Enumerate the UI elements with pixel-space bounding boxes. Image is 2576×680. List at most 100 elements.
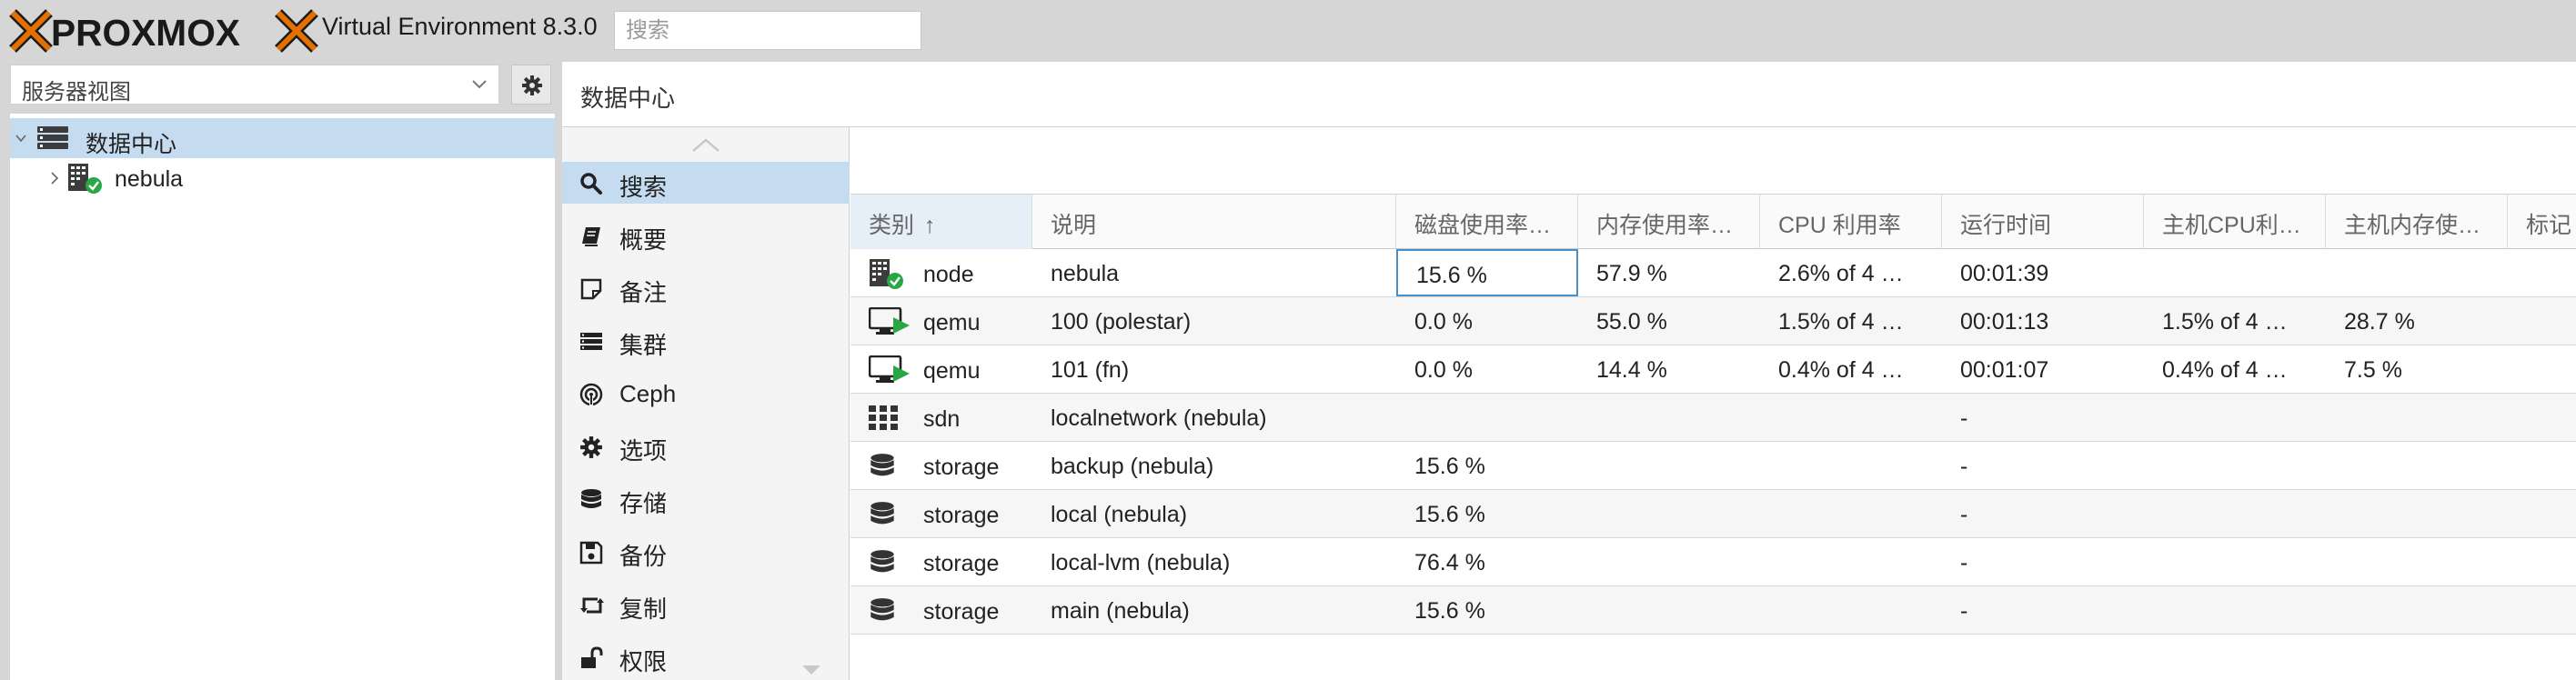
main-content: 数据中心 搜索 概要 备注 集群 Ceph 选项 存储 备份 复制 权限 类别 … bbox=[562, 62, 2576, 680]
scroll-down-icon[interactable] bbox=[800, 664, 822, 676]
cell-uptime: - bbox=[1960, 405, 1968, 431]
cell-memory-usage bbox=[1578, 538, 1760, 585]
cell-cpu-usage bbox=[1760, 490, 1942, 537]
search-input[interactable] bbox=[614, 11, 921, 50]
proxmox-logo[interactable]: PROXMOX bbox=[9, 5, 318, 56]
menu-item-replication[interactable]: 复制 bbox=[562, 584, 850, 625]
expand-arrow-icon[interactable] bbox=[49, 171, 60, 185]
column-header-tags[interactable]: 标记 bbox=[2508, 195, 2576, 249]
column-header-host-cpu[interactable]: 主机CPU利… bbox=[2144, 195, 2326, 249]
brand-text: PROXMOX bbox=[51, 12, 240, 54]
cell-description: main (nebula) bbox=[1051, 598, 1190, 624]
ceph-icon bbox=[579, 383, 603, 406]
cell-description: 100 (polestar) bbox=[1051, 309, 1192, 335]
table-row[interactable]: storage main (nebula) 15.6 % - bbox=[850, 586, 2576, 635]
column-header-uptime[interactable]: 运行时间 bbox=[1942, 195, 2144, 249]
column-header-type[interactable]: 类别 ↑ bbox=[850, 195, 1032, 249]
tree-settings-button[interactable] bbox=[511, 65, 551, 105]
unlock-icon bbox=[581, 646, 603, 668]
floppy-icon bbox=[579, 541, 603, 565]
table-row[interactable]: node nebula 15.6 % 57.9 % 2.6% of 4 … 00:01:3… bbox=[850, 249, 2576, 297]
cell-type: node bbox=[923, 262, 974, 287]
cell-description: backup (nebula) bbox=[1051, 454, 1214, 479]
node-online-icon bbox=[869, 259, 905, 295]
tree-item-datacenter[interactable]: 数据中心 bbox=[10, 118, 555, 158]
cell-memory-usage bbox=[1578, 490, 1760, 537]
cell-uptime: 00:01:13 bbox=[1960, 309, 2049, 335]
cell-memory-usage: 55.0 % bbox=[1596, 309, 1667, 335]
database-icon bbox=[869, 500, 896, 534]
cell-description: nebula bbox=[1051, 261, 1120, 286]
grid-toolbar bbox=[850, 127, 2576, 195]
menu-item-options[interactable]: 选项 bbox=[562, 425, 850, 467]
cell-description: local-lvm (nebula) bbox=[1051, 550, 1231, 575]
cell-uptime: - bbox=[1960, 454, 1968, 479]
table-row[interactable]: storage backup (nebula) 15.6 % - bbox=[850, 442, 2576, 490]
cell-host-cpu bbox=[2144, 538, 2326, 585]
menu-item-label: 备份 bbox=[619, 543, 668, 570]
expand-arrow-icon[interactable] bbox=[14, 131, 28, 145]
menu-item-summary[interactable]: 概要 bbox=[562, 215, 850, 256]
column-header-disk[interactable]: 磁盘使用率… bbox=[1396, 195, 1578, 249]
cell-type: sdn bbox=[923, 406, 961, 432]
breadcrumb: 数据中心 bbox=[562, 62, 2576, 127]
cell-cpu-usage: 1.5% of 4 … bbox=[1778, 309, 1904, 335]
menu-item-search[interactable]: 搜索 bbox=[562, 162, 850, 204]
menu-item-notes[interactable]: 备注 bbox=[562, 267, 850, 309]
cell-host-memory bbox=[2326, 394, 2508, 441]
menu-item-label: 存储 bbox=[619, 490, 668, 517]
table-row[interactable]: sdn localnetwork (nebula) - bbox=[850, 394, 2576, 442]
cell-type: storage bbox=[923, 455, 1000, 480]
cell-host-cpu bbox=[2144, 249, 2326, 296]
cell-disk-usage: 15.6 % bbox=[1396, 249, 1578, 296]
column-header-description[interactable]: 说明 bbox=[1032, 195, 1396, 249]
cell-disk-usage bbox=[1396, 394, 1578, 441]
menu-item-label: 搜索 bbox=[619, 174, 668, 201]
side-menu: 搜索 概要 备注 集群 Ceph 选项 存储 备份 复制 权限 bbox=[562, 127, 850, 680]
cell-type: storage bbox=[923, 503, 1000, 528]
cell-host-memory bbox=[2326, 586, 2508, 634]
database-icon bbox=[869, 548, 896, 582]
retweet-icon bbox=[580, 597, 604, 614]
cell-host-memory bbox=[2326, 249, 2508, 296]
database-icon bbox=[581, 489, 601, 508]
sdn-grid-icon bbox=[869, 404, 900, 435]
cell-host-cpu bbox=[2144, 394, 2326, 441]
cell-host-cpu: 1.5% of 4 … bbox=[2162, 309, 2288, 335]
scroll-up-icon[interactable] bbox=[689, 136, 722, 155]
book-icon bbox=[582, 227, 600, 246]
menu-item-ceph[interactable]: Ceph bbox=[562, 373, 850, 415]
server-icon bbox=[580, 333, 602, 350]
cell-host-memory bbox=[2326, 538, 2508, 585]
column-header-host-memory[interactable]: 主机内存使… bbox=[2326, 195, 2508, 249]
menu-item-cluster[interactable]: 集群 bbox=[562, 320, 850, 362]
cell-type: qemu bbox=[923, 310, 981, 335]
datacenter-icon bbox=[37, 126, 68, 149]
tree-item-nebula[interactable]: nebula bbox=[10, 158, 555, 198]
gear-icon bbox=[580, 436, 602, 458]
menu-item-storage[interactable]: 存储 bbox=[562, 478, 850, 520]
cell-uptime: - bbox=[1960, 550, 1968, 575]
cell-description: local (nebula) bbox=[1051, 502, 1188, 527]
column-header-memory[interactable]: 内存使用率… bbox=[1578, 195, 1760, 249]
table-row[interactable]: storage local (nebula) 15.6 % - bbox=[850, 490, 2576, 538]
cell-uptime: - bbox=[1960, 598, 1968, 624]
table-row[interactable]: qemu 100 (polestar) 0.0 % 55.0 % 1.5% of 4 …… bbox=[850, 297, 2576, 345]
cell-cpu-usage bbox=[1760, 394, 1942, 441]
resource-tree-panel: 服务器视图 数据中心 nebula bbox=[0, 62, 555, 680]
menu-item-label: 集群 bbox=[619, 332, 668, 359]
column-header-cpu[interactable]: CPU 利用率 bbox=[1760, 195, 1942, 249]
top-bar: PROXMOX Virtual Environment 8.3.0 bbox=[0, 0, 2576, 62]
menu-item-backup[interactable]: 备份 bbox=[562, 531, 850, 573]
cell-host-memory bbox=[2326, 490, 2508, 537]
cell-type: storage bbox=[923, 599, 1000, 625]
note-icon bbox=[580, 278, 602, 300]
table-row[interactable]: storage local-lvm (nebula) 76.4 % - bbox=[850, 538, 2576, 586]
cell-host-cpu bbox=[2144, 586, 2326, 634]
resource-tree: 数据中心 nebula bbox=[10, 114, 555, 680]
view-selector[interactable]: 服务器视图 bbox=[10, 65, 499, 105]
cell-uptime: - bbox=[1960, 502, 1968, 527]
table-row[interactable]: qemu 101 (fn) 0.0 % 14.4 % 0.4% of 4 … 00:01:… bbox=[850, 345, 2576, 394]
menu-item-label: Ceph bbox=[619, 380, 677, 407]
column-header-label: 类别 bbox=[869, 213, 915, 238]
